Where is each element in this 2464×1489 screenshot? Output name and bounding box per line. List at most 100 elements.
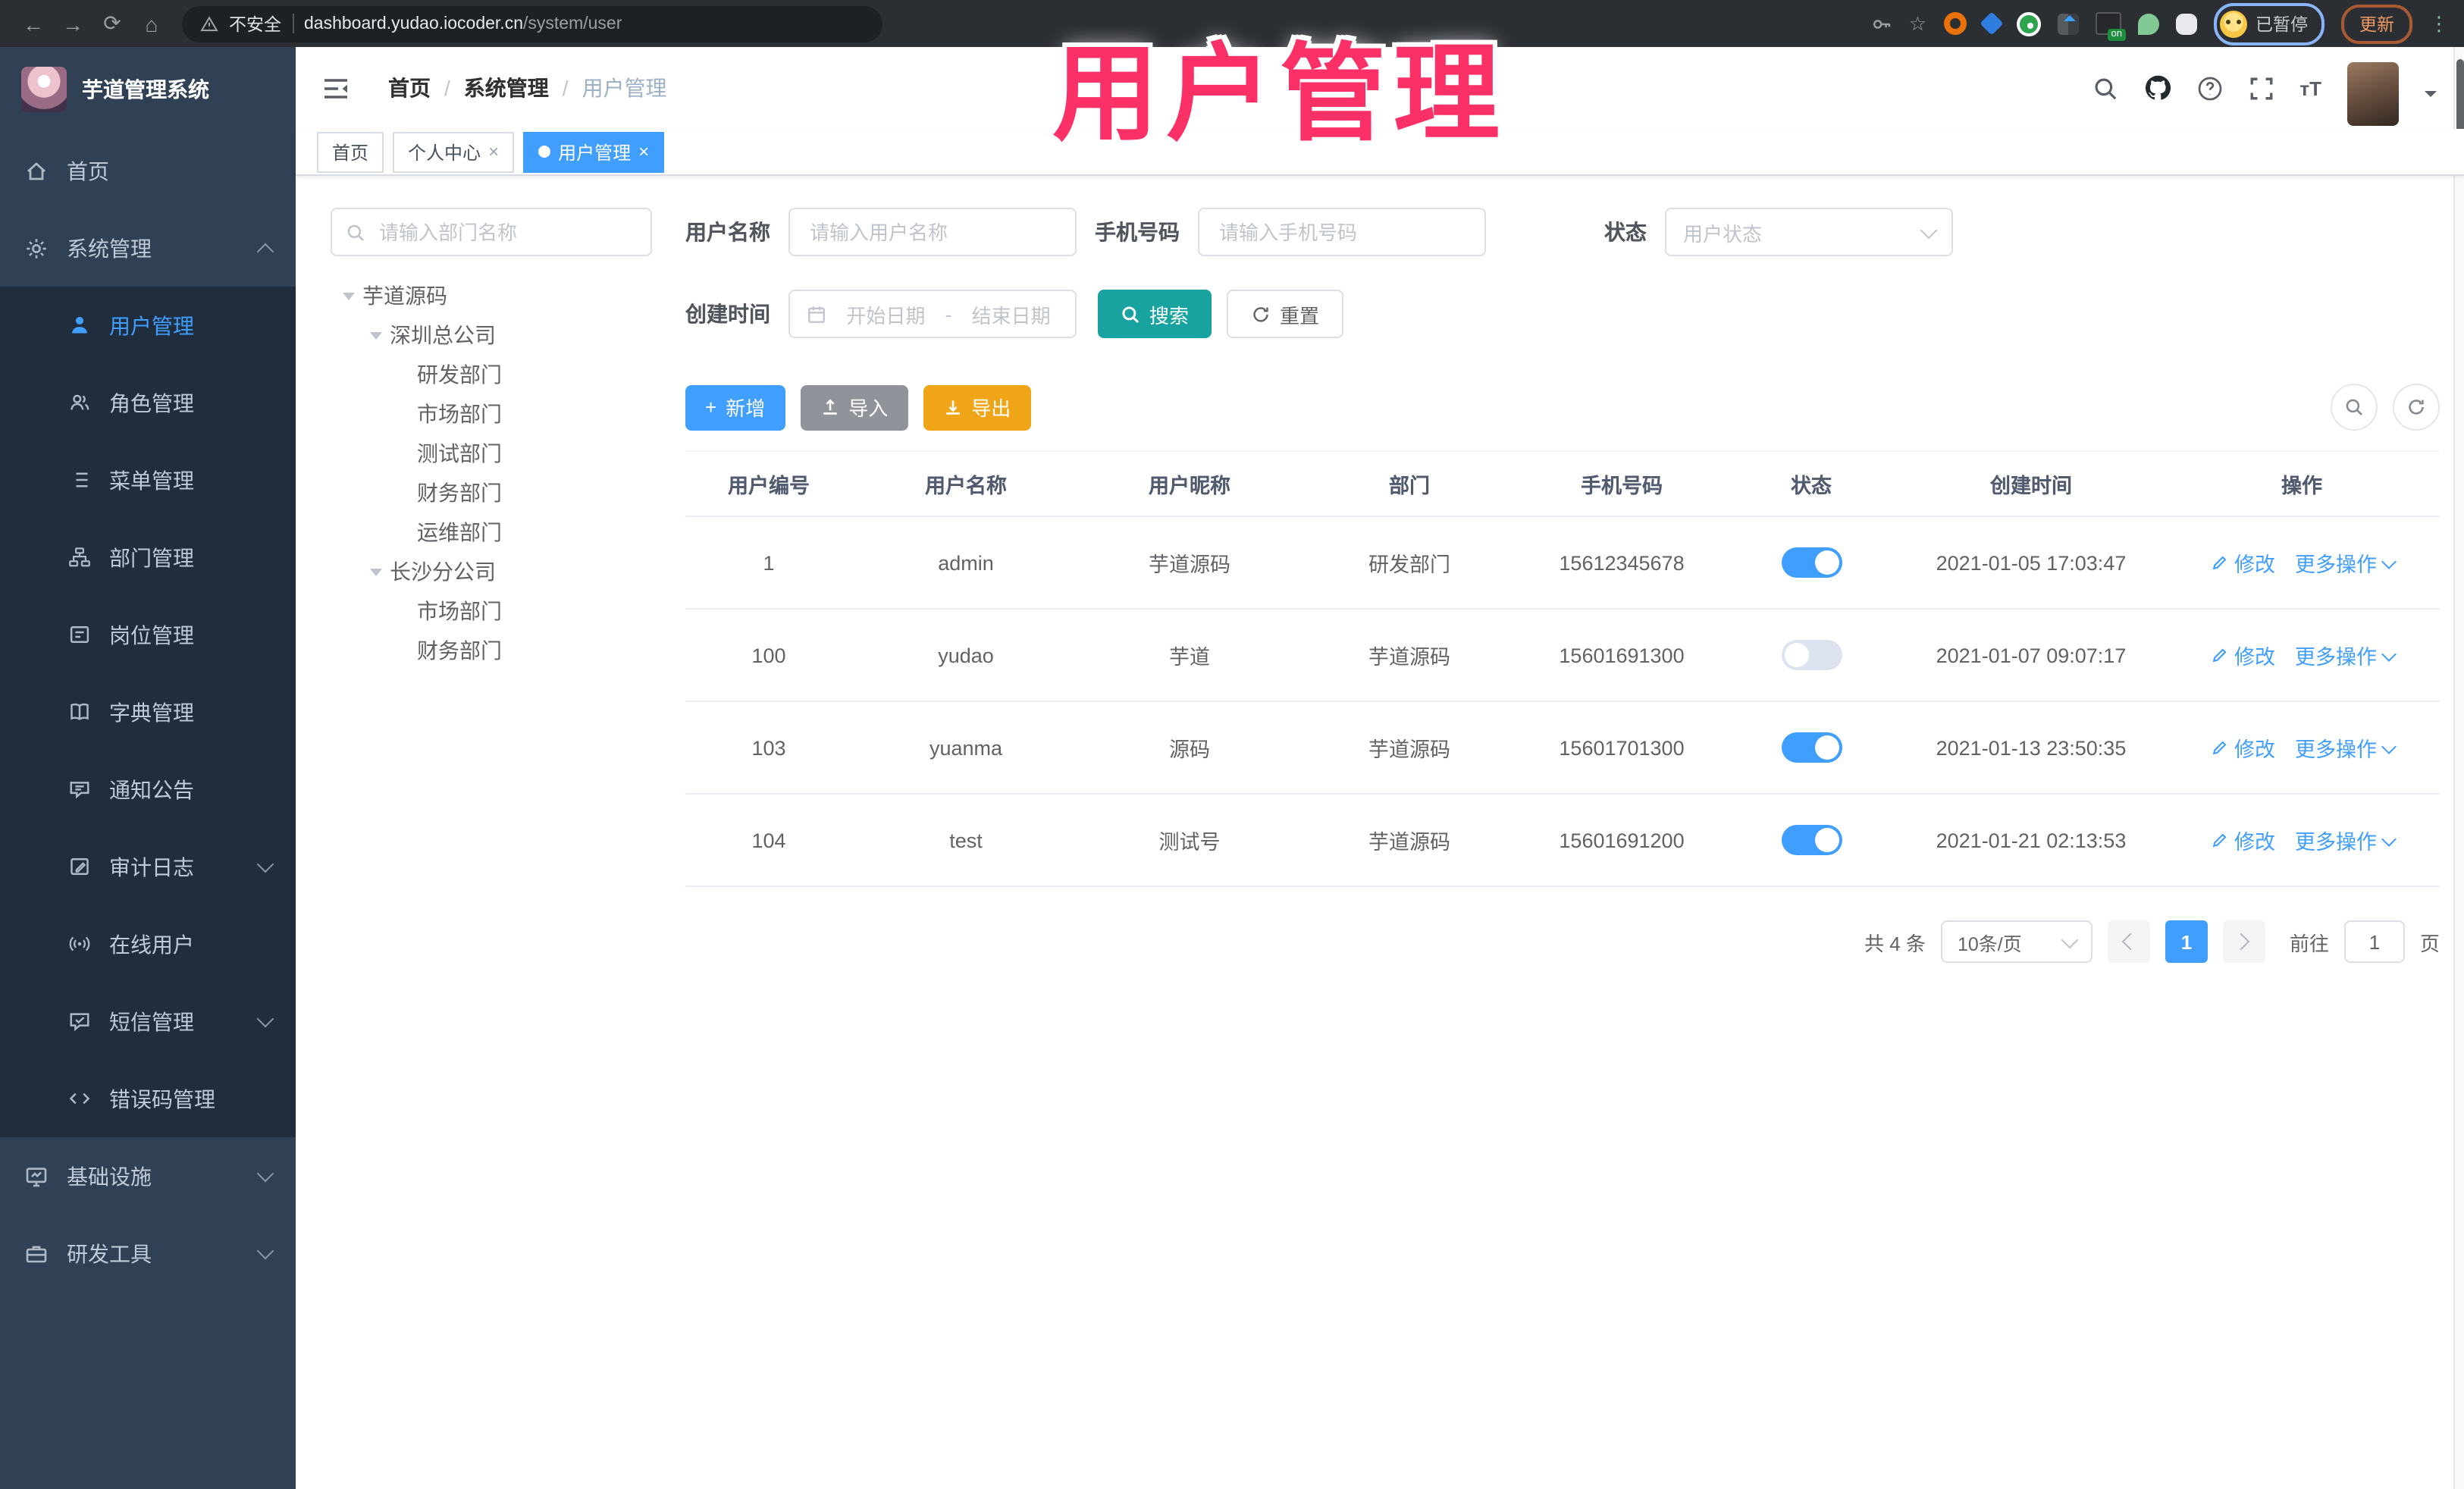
pagination: 共 4 条 10条/页 1 前往 页 — [685, 920, 2440, 963]
username-field[interactable] — [788, 208, 1077, 256]
browser-reload-icon[interactable]: ⟳ — [94, 5, 130, 42]
mobile-field[interactable] — [1198, 208, 1486, 256]
sidebar-collapse-icon[interactable] — [323, 77, 349, 99]
sidebar-item-post-management[interactable]: 岗位管理 — [0, 596, 296, 673]
toggle-search-button[interactable] — [2331, 384, 2378, 431]
prev-page-button[interactable] — [2107, 920, 2150, 963]
address-bar[interactable]: 不安全 dashboard.yudao.iocoder.cn/system/us… — [182, 5, 882, 42]
tree-expand-icon[interactable] — [370, 568, 382, 581]
tab-profile[interactable]: 个人中心 × — [393, 131, 515, 172]
import-button[interactable]: 导入 — [800, 384, 908, 430]
browser-menu-icon[interactable]: ⋮ — [2429, 11, 2449, 36]
sidebar-item-online-users[interactable]: 在线用户 — [0, 905, 296, 983]
extension-icon-switch-on[interactable] — [2095, 12, 2125, 41]
edit-button[interactable]: 修改 — [2210, 825, 2275, 855]
breadcrumb-home[interactable]: 首页 — [388, 73, 431, 103]
edit-button[interactable]: 修改 — [2210, 732, 2275, 763]
next-page-button[interactable] — [2222, 920, 2265, 963]
bookmark-star-icon[interactable]: ☆ — [1909, 11, 1926, 36]
tree-node[interactable]: 芋道源码 — [331, 276, 652, 315]
more-actions-button[interactable]: 更多操作 — [2295, 732, 2396, 763]
add-button[interactable]: + 新增 — [685, 384, 785, 430]
avatar-dropdown-caret-icon[interactable] — [2425, 91, 2437, 103]
mobile-label: 手机号码 — [1095, 220, 1180, 244]
browser-profile-chip[interactable]: 已暂停 — [2213, 2, 2324, 45]
sidebar-item-role-management[interactable]: 角色管理 — [0, 364, 296, 441]
more-actions-button[interactable]: 更多操作 — [2295, 547, 2396, 578]
sidebar-item-dev-tools[interactable]: 研发工具 — [0, 1215, 296, 1292]
extension-icon-blue-gem[interactable] — [1979, 11, 2003, 36]
sidebar-item-audit-log[interactable]: 审计日志 — [0, 828, 296, 905]
app-logo[interactable]: 芋道管理系统 — [0, 47, 296, 132]
tree-node[interactable]: 运维部门 — [331, 513, 652, 552]
sidebar-item-system[interactable]: 系统管理 — [0, 209, 296, 287]
tree-expand-icon[interactable] — [370, 331, 382, 345]
dept-search-box[interactable] — [331, 208, 652, 256]
sidebar-item-error-code[interactable]: 错误码管理 — [0, 1060, 296, 1137]
help-icon[interactable] — [2196, 75, 2222, 101]
edit-button[interactable]: 修改 — [2210, 547, 2275, 578]
close-icon[interactable]: × — [638, 141, 649, 162]
tree-node[interactable]: 测试部门 — [331, 434, 652, 473]
export-button[interactable]: 导出 — [923, 384, 1031, 430]
status-toggle[interactable] — [1781, 732, 1842, 763]
page-size-select[interactable]: 10条/页 — [1940, 920, 2093, 963]
sidebar-item-sms-management[interactable]: 短信管理 — [0, 983, 296, 1060]
status-select[interactable]: 用户状态 — [1665, 208, 1953, 256]
browser-forward-icon[interactable]: → — [55, 5, 91, 42]
search-button[interactable]: 搜索 — [1098, 290, 1212, 338]
tree-node[interactable]: 财务部门 — [331, 631, 652, 670]
username-input[interactable] — [807, 219, 1058, 245]
not-secure-label: 不安全 — [229, 16, 281, 34]
col-header: 用户昵称 — [1149, 475, 1230, 497]
fullscreen-icon[interactable] — [2248, 75, 2274, 101]
sidebar-item-user-management[interactable]: 用户管理 — [0, 287, 296, 364]
tree-expand-icon[interactable] — [343, 292, 355, 306]
tree-node[interactable]: 财务部门 — [331, 473, 652, 513]
close-icon[interactable]: × — [488, 141, 499, 162]
chrome-update-button[interactable]: 更新 — [2341, 4, 2412, 43]
tree-node[interactable]: 深圳总公司 — [331, 315, 652, 355]
sidebar-item-infrastructure[interactable]: 基础设施 — [0, 1137, 296, 1215]
password-key-icon[interactable] — [1871, 13, 1892, 34]
extension-icon-orange[interactable] — [1943, 12, 1966, 35]
sidebar-item-dept-management[interactable]: 部门管理 — [0, 519, 296, 596]
scrollbar[interactable] — [2453, 47, 2464, 1489]
sidebar-item-notice[interactable]: 通知公告 — [0, 751, 296, 828]
date-range-picker[interactable]: 开始日期 - 结束日期 — [788, 290, 1077, 338]
browser-home-icon[interactable]: ⌂ — [133, 5, 170, 42]
extension-icon-green[interactable] — [2016, 11, 2040, 36]
edit-button[interactable]: 修改 — [2210, 640, 2275, 670]
status-toggle[interactable] — [1781, 547, 1842, 578]
reset-button[interactable]: 重置 — [1227, 290, 1344, 338]
dept-search-input[interactable] — [376, 219, 637, 245]
tree-node[interactable]: 市场部门 — [331, 394, 652, 434]
header-search-icon[interactable] — [2092, 75, 2118, 101]
tree-node[interactable]: 研发部门 — [331, 355, 652, 394]
current-page-button[interactable]: 1 — [2165, 920, 2208, 963]
sidebar-item-home[interactable]: 首页 — [0, 132, 296, 209]
user-avatar[interactable] — [2347, 62, 2399, 126]
extension-icon-sprout[interactable] — [2137, 13, 2158, 34]
status-toggle[interactable] — [1781, 640, 1842, 670]
more-actions-button[interactable]: 更多操作 — [2295, 825, 2396, 855]
tree-node[interactable]: 长沙分公司 — [331, 552, 652, 591]
tab-user-management[interactable]: 用户管理 × — [523, 131, 665, 172]
goto-page-input[interactable] — [2343, 920, 2405, 963]
tab-home[interactable]: 首页 — [317, 131, 384, 172]
sidebar-item-menu-management[interactable]: 菜单管理 — [0, 441, 296, 519]
tree-node[interactable]: 市场部门 — [331, 591, 652, 631]
github-icon[interactable] — [2143, 74, 2171, 102]
system-submenu: 用户管理 角色管理 菜单管理 部门管理 岗位管理 字典管理 通知公告 审计日志 … — [0, 287, 296, 1137]
extension-icon-grid[interactable] — [2057, 13, 2078, 34]
extensions-puzzle-icon[interactable] — [2175, 13, 2196, 34]
app-header: 首页 / 系统管理 / 用户管理 ᴛT — [296, 47, 2464, 129]
sidebar-item-dict-management[interactable]: 字典管理 — [0, 673, 296, 751]
font-size-icon[interactable]: ᴛT — [2299, 77, 2321, 99]
breadcrumb-system[interactable]: 系统管理 — [464, 73, 549, 103]
mobile-input[interactable] — [1216, 219, 1468, 245]
refresh-table-button[interactable] — [2393, 384, 2440, 431]
status-toggle[interactable] — [1781, 825, 1842, 855]
browser-back-icon[interactable]: ← — [15, 5, 52, 42]
more-actions-button[interactable]: 更多操作 — [2295, 640, 2396, 670]
